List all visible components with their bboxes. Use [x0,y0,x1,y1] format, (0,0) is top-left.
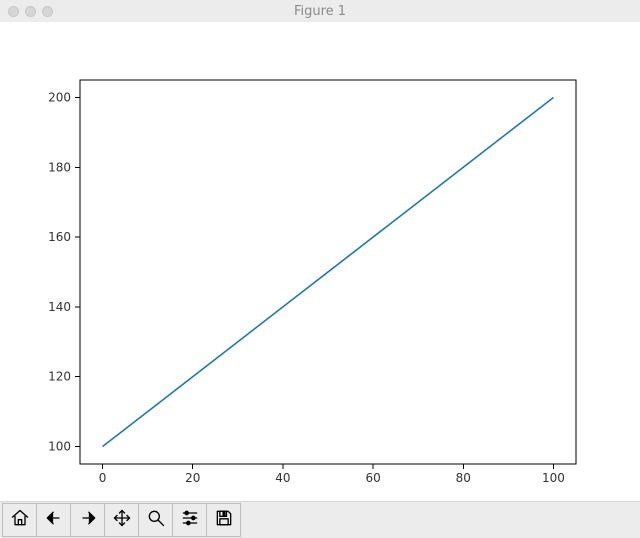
y-tick-label: 140 [48,300,71,314]
home-icon [10,508,30,532]
arrow-left-icon [44,508,64,532]
traffic-light-zoom[interactable] [42,6,53,17]
y-tick-label: 160 [48,230,71,244]
back-button[interactable] [36,503,71,537]
save-icon [214,508,234,532]
window-title: Figure 1 [0,4,640,19]
x-tick-label: 0 [99,471,107,485]
y-tick-label: 200 [48,90,71,104]
y-tick-label: 120 [48,370,71,384]
traffic-light-minimize[interactable] [25,6,36,17]
move-icon [112,508,132,532]
save-button[interactable] [206,503,241,537]
chart-area[interactable]: 0 20 40 60 80 100 100 120 140 160 180 200 [0,22,640,502]
x-tick-label: 40 [275,471,290,485]
sliders-icon [180,508,200,532]
zoom-icon [146,508,166,532]
traffic-light-close[interactable] [8,6,19,17]
window-titlebar: Figure 1 [0,0,640,23]
configure-subplots-button[interactable] [172,503,207,537]
x-tick-label: 80 [456,471,471,485]
pan-button[interactable] [104,503,139,537]
line-series [103,97,554,446]
home-button[interactable] [2,503,37,537]
x-tick-label: 100 [542,471,565,485]
forward-button[interactable] [70,503,105,537]
zoom-button[interactable] [138,503,173,537]
figure-toolbar [0,501,640,538]
y-tick-label: 180 [48,160,71,174]
x-tick-label: 20 [185,471,200,485]
x-tick-label: 60 [365,471,380,485]
arrow-right-icon [78,508,98,532]
y-tick-label: 100 [48,440,71,454]
